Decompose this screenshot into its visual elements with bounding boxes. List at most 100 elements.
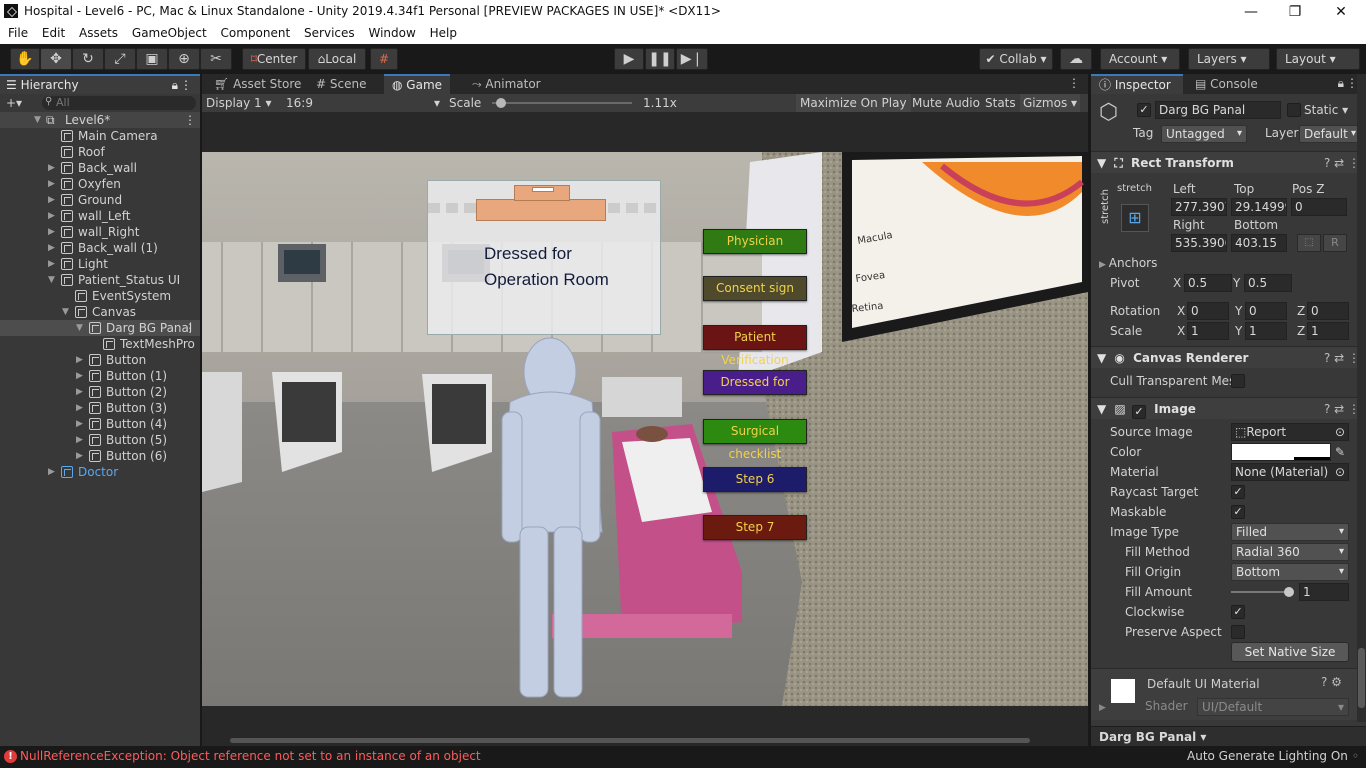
pivot-x-field[interactable]: 0.5 bbox=[1184, 274, 1232, 292]
kebab-menu-icon[interactable]: ⋮ bbox=[180, 76, 192, 94]
tab-hierarchy[interactable]: ☰ Hierarchy 🔒︎ ⋮ bbox=[0, 74, 200, 94]
menu-help[interactable]: Help bbox=[422, 24, 457, 42]
game-ui-button[interactable]: Dressed for bbox=[703, 370, 807, 395]
expand-arrow-icon[interactable]: ▶ bbox=[76, 416, 86, 432]
component-help-icons[interactable]: ? ⇄ ⋮ bbox=[1324, 152, 1360, 174]
right-field[interactable]: 535.3906 bbox=[1171, 234, 1227, 252]
expand-arrow-icon[interactable]: ▶ bbox=[76, 448, 86, 464]
static-dropdown[interactable]: Static ▾ bbox=[1304, 101, 1348, 119]
foldout-arrow-icon[interactable]: ▼ bbox=[1097, 156, 1106, 170]
display-dropdown[interactable]: Display 1 ▾ bbox=[206, 94, 272, 112]
pivot-y-field[interactable]: 0.5 bbox=[1244, 274, 1292, 292]
tab-animator[interactable]: ⤳ Animator bbox=[464, 74, 549, 94]
expand-arrow-icon[interactable]: ▶ bbox=[76, 432, 86, 448]
account-dropdown[interactable]: Account ▾ bbox=[1100, 48, 1180, 70]
custom-tool-icon[interactable]: ✂ bbox=[200, 48, 232, 70]
image-type-dropdown[interactable]: Filled bbox=[1231, 523, 1349, 541]
tab-console[interactable]: ▤ Console bbox=[1187, 74, 1266, 94]
create-plus-icon[interactable]: +▾ bbox=[6, 94, 22, 112]
tab-scene[interactable]: # Scene bbox=[308, 74, 374, 94]
pause-button[interactable]: ❚❚ bbox=[645, 48, 675, 70]
menu-file[interactable]: File bbox=[0, 24, 28, 42]
material-field[interactable]: None (Material) ⊙ bbox=[1231, 463, 1349, 481]
item-menu-icon[interactable]: ⋮ bbox=[184, 320, 196, 336]
expand-arrow-icon[interactable]: ▶ bbox=[48, 176, 58, 192]
game-ui-button[interactable]: Surgical checklist bbox=[703, 419, 807, 461]
hierarchy-item[interactable]: ▶ Back_wall bbox=[0, 160, 200, 176]
expand-arrow-icon[interactable]: ▶ bbox=[48, 192, 58, 208]
image-enabled-checkbox[interactable]: ✓ bbox=[1131, 405, 1146, 419]
scene-menu-icon[interactable]: ⋮ bbox=[184, 112, 196, 128]
hierarchy-item[interactable]: ▶ Doctor bbox=[0, 464, 200, 480]
fill-origin-dropdown[interactable]: Bottom bbox=[1231, 563, 1349, 581]
lock-icon[interactable]: 🔒︎ bbox=[172, 76, 178, 94]
tab-inspector[interactable]: ⓘ Inspector bbox=[1091, 74, 1183, 94]
aspect-dropdown[interactable]: 16:9 ▾ bbox=[286, 94, 440, 112]
expand-arrow-icon[interactable]: ▶ bbox=[76, 384, 86, 400]
static-checkbox[interactable] bbox=[1287, 103, 1301, 117]
game-ui-button[interactable]: Step 6 bbox=[703, 467, 807, 492]
rect-tool-icon[interactable]: ▣ bbox=[136, 48, 168, 70]
expand-arrow-icon[interactable]: ▶ bbox=[48, 256, 58, 272]
hierarchy-item[interactable]: ▼ Canvas bbox=[0, 304, 200, 320]
rotate-tool-icon[interactable]: ↻ bbox=[72, 48, 104, 70]
hierarchy-item[interactable]: ▼ Darg BG Panal ⋮ bbox=[0, 320, 200, 336]
left-field[interactable]: 277.3907 bbox=[1171, 198, 1227, 216]
expand-arrow-icon[interactable]: ▶ bbox=[48, 240, 58, 256]
step-button[interactable]: ▶❘ bbox=[676, 48, 708, 70]
hierarchy-item[interactable]: ▶ wall_Left bbox=[0, 208, 200, 224]
expand-arrow-icon[interactable]: ▶ bbox=[76, 368, 86, 384]
collapse-arrow-icon[interactable]: ▼ bbox=[48, 272, 58, 288]
hierarchy-item[interactable]: Main Camera bbox=[0, 128, 200, 144]
inspector-lock-icon[interactable]: 🔒︎ bbox=[1338, 76, 1344, 91]
anchors-foldout[interactable]: ▶ Anchors bbox=[1099, 254, 1157, 272]
expand-arrow-icon[interactable]: ▶ bbox=[48, 160, 58, 176]
posz-field[interactable]: 0 bbox=[1291, 198, 1347, 216]
game-render-view[interactable]: Macula Fovea Retina Dressed for Operatio… bbox=[202, 152, 1088, 706]
game-ui-button[interactable]: Physician bbox=[703, 229, 807, 254]
play-button[interactable]: ▶ bbox=[614, 48, 644, 70]
mute-audio-toggle[interactable]: Mute Audio bbox=[910, 94, 982, 112]
scale-slider-track[interactable] bbox=[492, 102, 632, 104]
cloud-icon[interactable]: ☁ bbox=[1060, 48, 1092, 70]
fill-amount-slider-thumb[interactable] bbox=[1284, 587, 1294, 597]
menu-edit[interactable]: Edit bbox=[34, 24, 65, 42]
collab-dropdown[interactable]: ✔ Collab ▾ bbox=[979, 48, 1053, 70]
image-header[interactable]: ▼ ▨ ✓ Image ? ⇄ ⋮ bbox=[1091, 397, 1366, 419]
hierarchy-item[interactable]: TextMeshPro bbox=[0, 336, 200, 352]
gizmos-dropdown[interactable]: Gizmos ▾ bbox=[1020, 94, 1081, 112]
expand-arrow-icon[interactable]: ▼ bbox=[34, 112, 44, 128]
hierarchy-item[interactable]: Roof bbox=[0, 144, 200, 160]
scale-z-field[interactable]: 1 bbox=[1307, 322, 1349, 340]
hierarchy-search-input[interactable]: ⚲ All bbox=[42, 96, 196, 110]
menu-gameobject[interactable]: GameObject bbox=[124, 24, 207, 42]
material-settings-icon[interactable]: ? ⚙ bbox=[1321, 675, 1342, 689]
layer-dropdown[interactable]: Default bbox=[1299, 125, 1361, 143]
hierarchy-item[interactable]: ▶ Button bbox=[0, 352, 200, 368]
hierarchy-item[interactable]: ▼ Patient_Status UI bbox=[0, 272, 200, 288]
menu-assets[interactable]: Assets bbox=[71, 24, 118, 42]
expand-arrow-icon[interactable]: ▶ bbox=[48, 224, 58, 240]
maskable-checkbox[interactable]: ✓ bbox=[1231, 505, 1245, 519]
component-help-icons[interactable]: ? ⇄ ⋮ bbox=[1324, 398, 1360, 420]
game-horizontal-scrollbar[interactable] bbox=[230, 738, 1030, 743]
component-help-icons[interactable]: ? ⇄ ⋮ bbox=[1324, 347, 1360, 369]
scale-tool-icon[interactable]: ⤢ bbox=[104, 48, 136, 70]
layers-dropdown[interactable]: Layers ▾ bbox=[1188, 48, 1270, 70]
object-picker-icon[interactable]: ⊙ bbox=[1335, 424, 1345, 440]
canvas-renderer-header[interactable]: ▼ ◉ Canvas Renderer ? ⇄ ⋮ bbox=[1091, 346, 1366, 368]
scene-row[interactable]: ▼ ⧉ Level6* ⋮ bbox=[0, 112, 200, 128]
scale-y-field[interactable]: 1 bbox=[1245, 322, 1287, 340]
hierarchy-item[interactable]: EventSystem bbox=[0, 288, 200, 304]
scale-slider-thumb[interactable] bbox=[496, 98, 506, 108]
hierarchy-item[interactable]: ▶ Button (6) bbox=[0, 448, 200, 464]
anchor-presets-icon[interactable]: ⊞ bbox=[1121, 204, 1149, 232]
bottom-field[interactable]: 403.15 bbox=[1231, 234, 1287, 252]
fill-amount-field[interactable]: 1 bbox=[1299, 583, 1349, 601]
expand-arrow-icon[interactable]: ▶ bbox=[48, 208, 58, 224]
darg-bg-panal[interactable]: Dressed for Operation Room bbox=[427, 180, 661, 335]
layout-dropdown[interactable]: Layout ▾ bbox=[1276, 48, 1360, 70]
grid-snap-icon[interactable]: # bbox=[370, 48, 398, 70]
color-swatch[interactable] bbox=[1231, 443, 1331, 461]
set-native-size-button[interactable]: Set Native Size bbox=[1231, 642, 1349, 662]
